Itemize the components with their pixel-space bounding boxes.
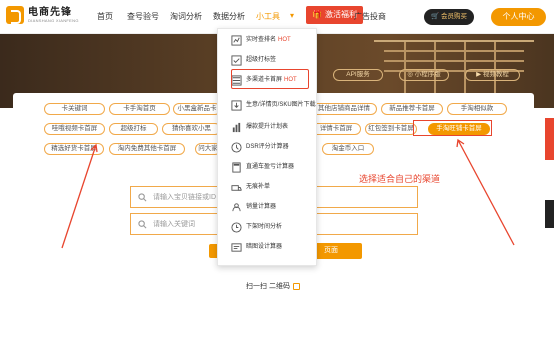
keyword-placeholder: 请输入关键词	[153, 221, 195, 228]
tag-new-recommend[interactable]: 新品推荐卡首屏	[381, 103, 443, 115]
tag-free-other[interactable]: 淘内免费其他卡首屏	[109, 143, 185, 155]
search-icon	[138, 192, 147, 201]
menu-item-realtime-rank[interactable]: 实时查排名 HOT	[231, 31, 321, 49]
nav-home[interactable]: 首页	[97, 11, 113, 22]
vip-purchase-label: 会员购买	[440, 13, 467, 20]
menu-item-design-calc[interactable]: 暗图设计算器	[231, 238, 321, 256]
calculator-icon	[232, 161, 241, 173]
tag-red-packet[interactable]: 红包签到卡首屏	[365, 123, 417, 135]
highlight-box-dropdown	[231, 69, 309, 89]
play-icon: ▶	[476, 71, 482, 78]
chevron-down-icon: ▾	[290, 11, 295, 20]
design-icon	[231, 242, 242, 252]
side-float-tab[interactable]	[545, 118, 554, 160]
menu-item-no-trace[interactable]: 无痕补单	[231, 178, 321, 196]
download-icon	[231, 99, 242, 111]
user-center-button[interactable]: 个人中心	[491, 8, 546, 26]
tag-wow-video[interactable]: 哇哦视频卡首屏	[44, 123, 105, 135]
vip-purchase-button[interactable]: 🛒 会员购买	[424, 9, 474, 25]
video-tutorial-button[interactable]: ▶ 视频教程	[465, 69, 520, 81]
tag-keyword[interactable]: 卡关键词	[44, 103, 105, 115]
brand-logo[interactable]: 电商先锋 DIANSHANG XIANFENG	[6, 6, 79, 24]
mini-program-label: 小程序版	[414, 71, 441, 78]
tag-taojinbi[interactable]: 淘金币入口	[322, 143, 374, 155]
hot-benefits-label: 激活福利	[324, 10, 357, 19]
dsr-icon	[231, 141, 242, 153]
qr-label: 扫一扫 二维码	[246, 283, 290, 290]
mini-program-button[interactable]: ◎ 小程序版	[399, 69, 449, 81]
menu-item-sales-calc[interactable]: 销量计算器	[231, 198, 321, 216]
tag-similar[interactable]: 手淘相似款	[447, 103, 507, 115]
brand-name: 电商先锋	[28, 6, 72, 18]
clock-icon	[231, 221, 242, 233]
search-icon	[138, 219, 147, 228]
menu-item-super-tag[interactable]: 超级打标签	[231, 51, 321, 69]
menu-item-ztc-calc[interactable]: 直通车盈亏计算器	[231, 158, 321, 176]
side-float-tab-dark[interactable]	[545, 200, 554, 228]
video-tutorial-label: 视频教程	[482, 71, 509, 78]
rank-icon	[231, 34, 242, 46]
nav-check-account[interactable]: 查号验号	[127, 11, 159, 22]
nav-tools[interactable]: 小工具	[256, 11, 280, 22]
nav-ads[interactable]: 广告投商	[354, 11, 386, 22]
brand-subtitle: DIANSHANG XIANFENG	[28, 17, 79, 23]
highlight-box-selected-tag	[413, 120, 492, 136]
truck-icon	[231, 184, 242, 191]
annotation-text: 选择适合自己的渠道	[359, 174, 441, 184]
api-service-label: API服务	[346, 71, 370, 78]
tag-blackbox-new[interactable]: 小黑盒新品卡	[173, 103, 221, 115]
nav-data-analysis[interactable]: 数据分析	[213, 11, 245, 22]
mini-program-icon: ◎	[407, 71, 413, 78]
qr-code-icon	[292, 282, 300, 290]
menu-item-delist-time[interactable]: 下架时间分析	[231, 218, 321, 236]
tag-selected-goods[interactable]: 精选好货卡首屏	[44, 143, 104, 155]
api-service-button[interactable]: API服务	[333, 69, 383, 81]
cart-icon: 🛒	[431, 13, 440, 20]
gift-icon: 🎁	[312, 10, 322, 19]
menu-item-image-download[interactable]: 生意/详情页/SKU图片下载	[231, 93, 321, 117]
chart-icon	[232, 122, 241, 132]
nav-keyword-analysis[interactable]: 淘词分析	[170, 11, 202, 22]
menu-item-dsr[interactable]: DSR评分计算器	[231, 138, 321, 156]
menu-item-boost-plan[interactable]: 爆款提升计划表	[231, 118, 321, 136]
tag-shoutao-home[interactable]: 卡手淘首页	[109, 103, 170, 115]
product-link-placeholder: 请输入宝贝链接或ID	[153, 194, 216, 201]
tag-guess-like[interactable]: 猜你喜欢小黑	[162, 123, 221, 135]
tag-super-mark[interactable]: 超级打标	[109, 123, 158, 135]
qr-scan[interactable]: 扫一扫 二维码	[246, 281, 300, 291]
tag-icon	[231, 54, 242, 66]
logo-icon	[6, 6, 24, 24]
sales-icon	[232, 202, 241, 211]
